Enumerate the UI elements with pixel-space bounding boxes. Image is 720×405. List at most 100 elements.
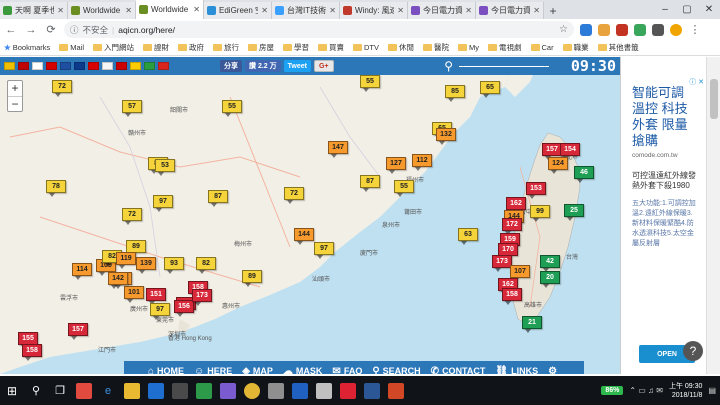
aqi-station-marker[interactable]: 162 [506,197,526,214]
language-flag-icon[interactable] [4,62,15,70]
language-flag-icon[interactable] [144,62,155,70]
aqi-station-marker[interactable]: 119 [116,252,136,269]
maximize-button[interactable]: ▢ [676,0,698,19]
bookmark-item[interactable]: 醫院 [423,42,449,53]
extension-icon[interactable] [652,23,664,36]
ad-panel[interactable]: ⓘ ✕ 智能可調溫控 科技外套 限量搶購 comode.com.tw 可控溫遠紅… [620,57,706,374]
facebook-share-button[interactable]: 分享 [220,60,242,72]
aqi-station-marker[interactable]: 107 [510,265,530,282]
aqi-station-marker[interactable]: 147 [328,141,348,158]
aqi-station-marker[interactable]: 112 [412,154,432,171]
bookmark-item[interactable]: 學習 [283,42,309,53]
app-icon[interactable] [316,382,332,399]
language-flag-icon[interactable] [116,62,127,70]
tab-close-icon[interactable]: ✕ [261,6,268,15]
browser-tab[interactable]: 台灣IT技術 ✕ [272,2,340,19]
aqi-station-marker[interactable]: 97 [153,195,173,212]
url-field[interactable]: ⓘ 不安全 | aqicn.org/here/ ☆ [64,21,574,38]
aqi-station-marker[interactable]: 142 [108,272,128,289]
browser-tab[interactable]: 今日電力資訊✕ [408,2,476,19]
aqi-station-marker[interactable]: 158 [502,288,522,305]
aqi-station-marker[interactable]: 157 [68,323,88,340]
tab-close-icon[interactable]: ✕ [57,6,64,15]
ad-choices-icon[interactable]: ⓘ ✕ [689,77,704,87]
aqi-station-marker[interactable]: 173 [192,289,212,306]
aqi-station-marker[interactable]: 65 [480,81,500,98]
battery-indicator[interactable]: 86% [601,386,624,395]
back-button[interactable]: ← [4,24,18,36]
scrollbar[interactable] [706,57,720,374]
chrome-icon[interactable] [244,382,260,399]
language-flag-icon[interactable] [158,62,169,70]
aqi-station-marker[interactable]: 144 [294,228,314,245]
aqi-station-marker[interactable]: 99 [530,205,550,222]
aqi-station-marker[interactable]: 101 [124,286,144,303]
bookmark-item[interactable]: Mail [59,43,84,52]
aqi-station-marker[interactable]: 46 [574,166,594,183]
google-plus-button[interactable]: G+ [313,60,334,72]
aqi-station-marker[interactable]: 132 [436,128,456,145]
aqi-station-marker[interactable]: 63 [458,228,478,245]
browser-tab[interactable]: Worldwide ✕ [136,0,204,19]
browser-tab[interactable]: 天啊 夏季也 ✕ [0,2,68,19]
map-search[interactable]: ⚲ [444,59,549,73]
app-icon[interactable] [220,382,236,399]
aqi-station-marker[interactable]: 53 [155,159,175,176]
ad-headline[interactable]: 智能可調溫控 科技外套 限量搶購 [632,85,696,149]
tweet-button[interactable]: Tweet [283,60,311,72]
aqi-station-marker[interactable]: 127 [386,157,406,174]
language-flag-icon[interactable] [60,62,71,70]
edge-icon[interactable]: e [100,383,116,399]
bookmark-item[interactable]: 房屋 [248,42,274,53]
menu-icon[interactable]: ⋮ [688,23,702,36]
aqi-station-marker[interactable]: 72 [52,80,72,97]
aqi-station-marker[interactable]: 85 [445,85,465,102]
notification-icon[interactable]: ▤ [708,386,716,395]
close-window-button[interactable]: ✕ [698,0,720,19]
bookmark-item[interactable]: 其他書籤 [597,42,639,53]
aqi-station-marker[interactable]: 20 [540,271,560,288]
aqi-station-marker[interactable]: 21 [522,316,542,333]
bookmark-item[interactable]: 旅行 [213,42,239,53]
nav-item-search[interactable]: ⚲ SEARCH [372,366,420,375]
aqi-station-marker[interactable]: 72 [284,187,304,204]
aqi-station-marker[interactable]: 154 [560,143,580,160]
bookmark-item[interactable]: 休閒 [388,42,414,53]
aqi-station-marker[interactable]: 87 [360,175,380,192]
bookmark-item[interactable]: 電視劇 [488,42,522,53]
scrollbar-thumb[interactable] [710,79,718,119]
bookmark-item[interactable]: My [458,43,479,52]
language-flag-icon[interactable] [46,62,57,70]
aqi-station-marker[interactable]: 173 [492,255,512,272]
language-flag-icon[interactable] [18,62,29,70]
aqi-station-marker[interactable]: 156 [174,300,194,317]
extension-icon[interactable] [580,23,592,36]
browser-tab[interactable]: Windy: 風速 ✕ [340,2,408,19]
store-icon[interactable] [148,382,164,399]
nav-item-settings[interactable]: ⚙ [548,366,560,375]
language-flag-icon[interactable] [32,62,43,70]
nav-item-contact[interactable]: ✆ CONTACT [431,366,486,375]
bookmark-item[interactable]: Car [530,43,554,52]
task-view-icon[interactable]: ❐ [52,383,68,399]
nav-item-faq[interactable]: ✉ FAQ [332,366,362,375]
zoom-in-button[interactable]: + [8,81,22,96]
aqi-station-marker[interactable]: 153 [526,182,546,199]
search-icon[interactable]: ⚲ [444,59,453,73]
windows-start-icon[interactable]: ⊞ [4,383,20,399]
bookmark-item[interactable]: 職業 [562,42,589,53]
aqi-station-marker[interactable]: 114 [72,263,92,280]
aqi-station-marker[interactable]: 151 [146,288,166,305]
aqi-station-marker[interactable]: 55 [360,75,380,92]
tab-close-icon[interactable]: ✕ [125,6,132,15]
aqi-map[interactable]: 分享 讚 2.2 万 Tweet G+ ⚲ 09:30 + − 贛州市 福州市 廈門… [0,57,620,374]
explorer-icon[interactable] [124,382,140,399]
aqi-station-marker[interactable]: 78 [46,180,66,197]
taskbar-clock[interactable]: 上午 09:30 2018/11/8 [669,382,702,400]
nav-item-map[interactable]: ◈ MAP [242,366,273,375]
language-flag-icon[interactable] [88,62,99,70]
aqi-station-marker[interactable]: 87 [208,190,228,207]
bookmark-item[interactable]: DTV [353,43,379,52]
browser-tab[interactable]: Worldwide ✕ [68,2,136,19]
language-flag-icon[interactable] [102,62,113,70]
